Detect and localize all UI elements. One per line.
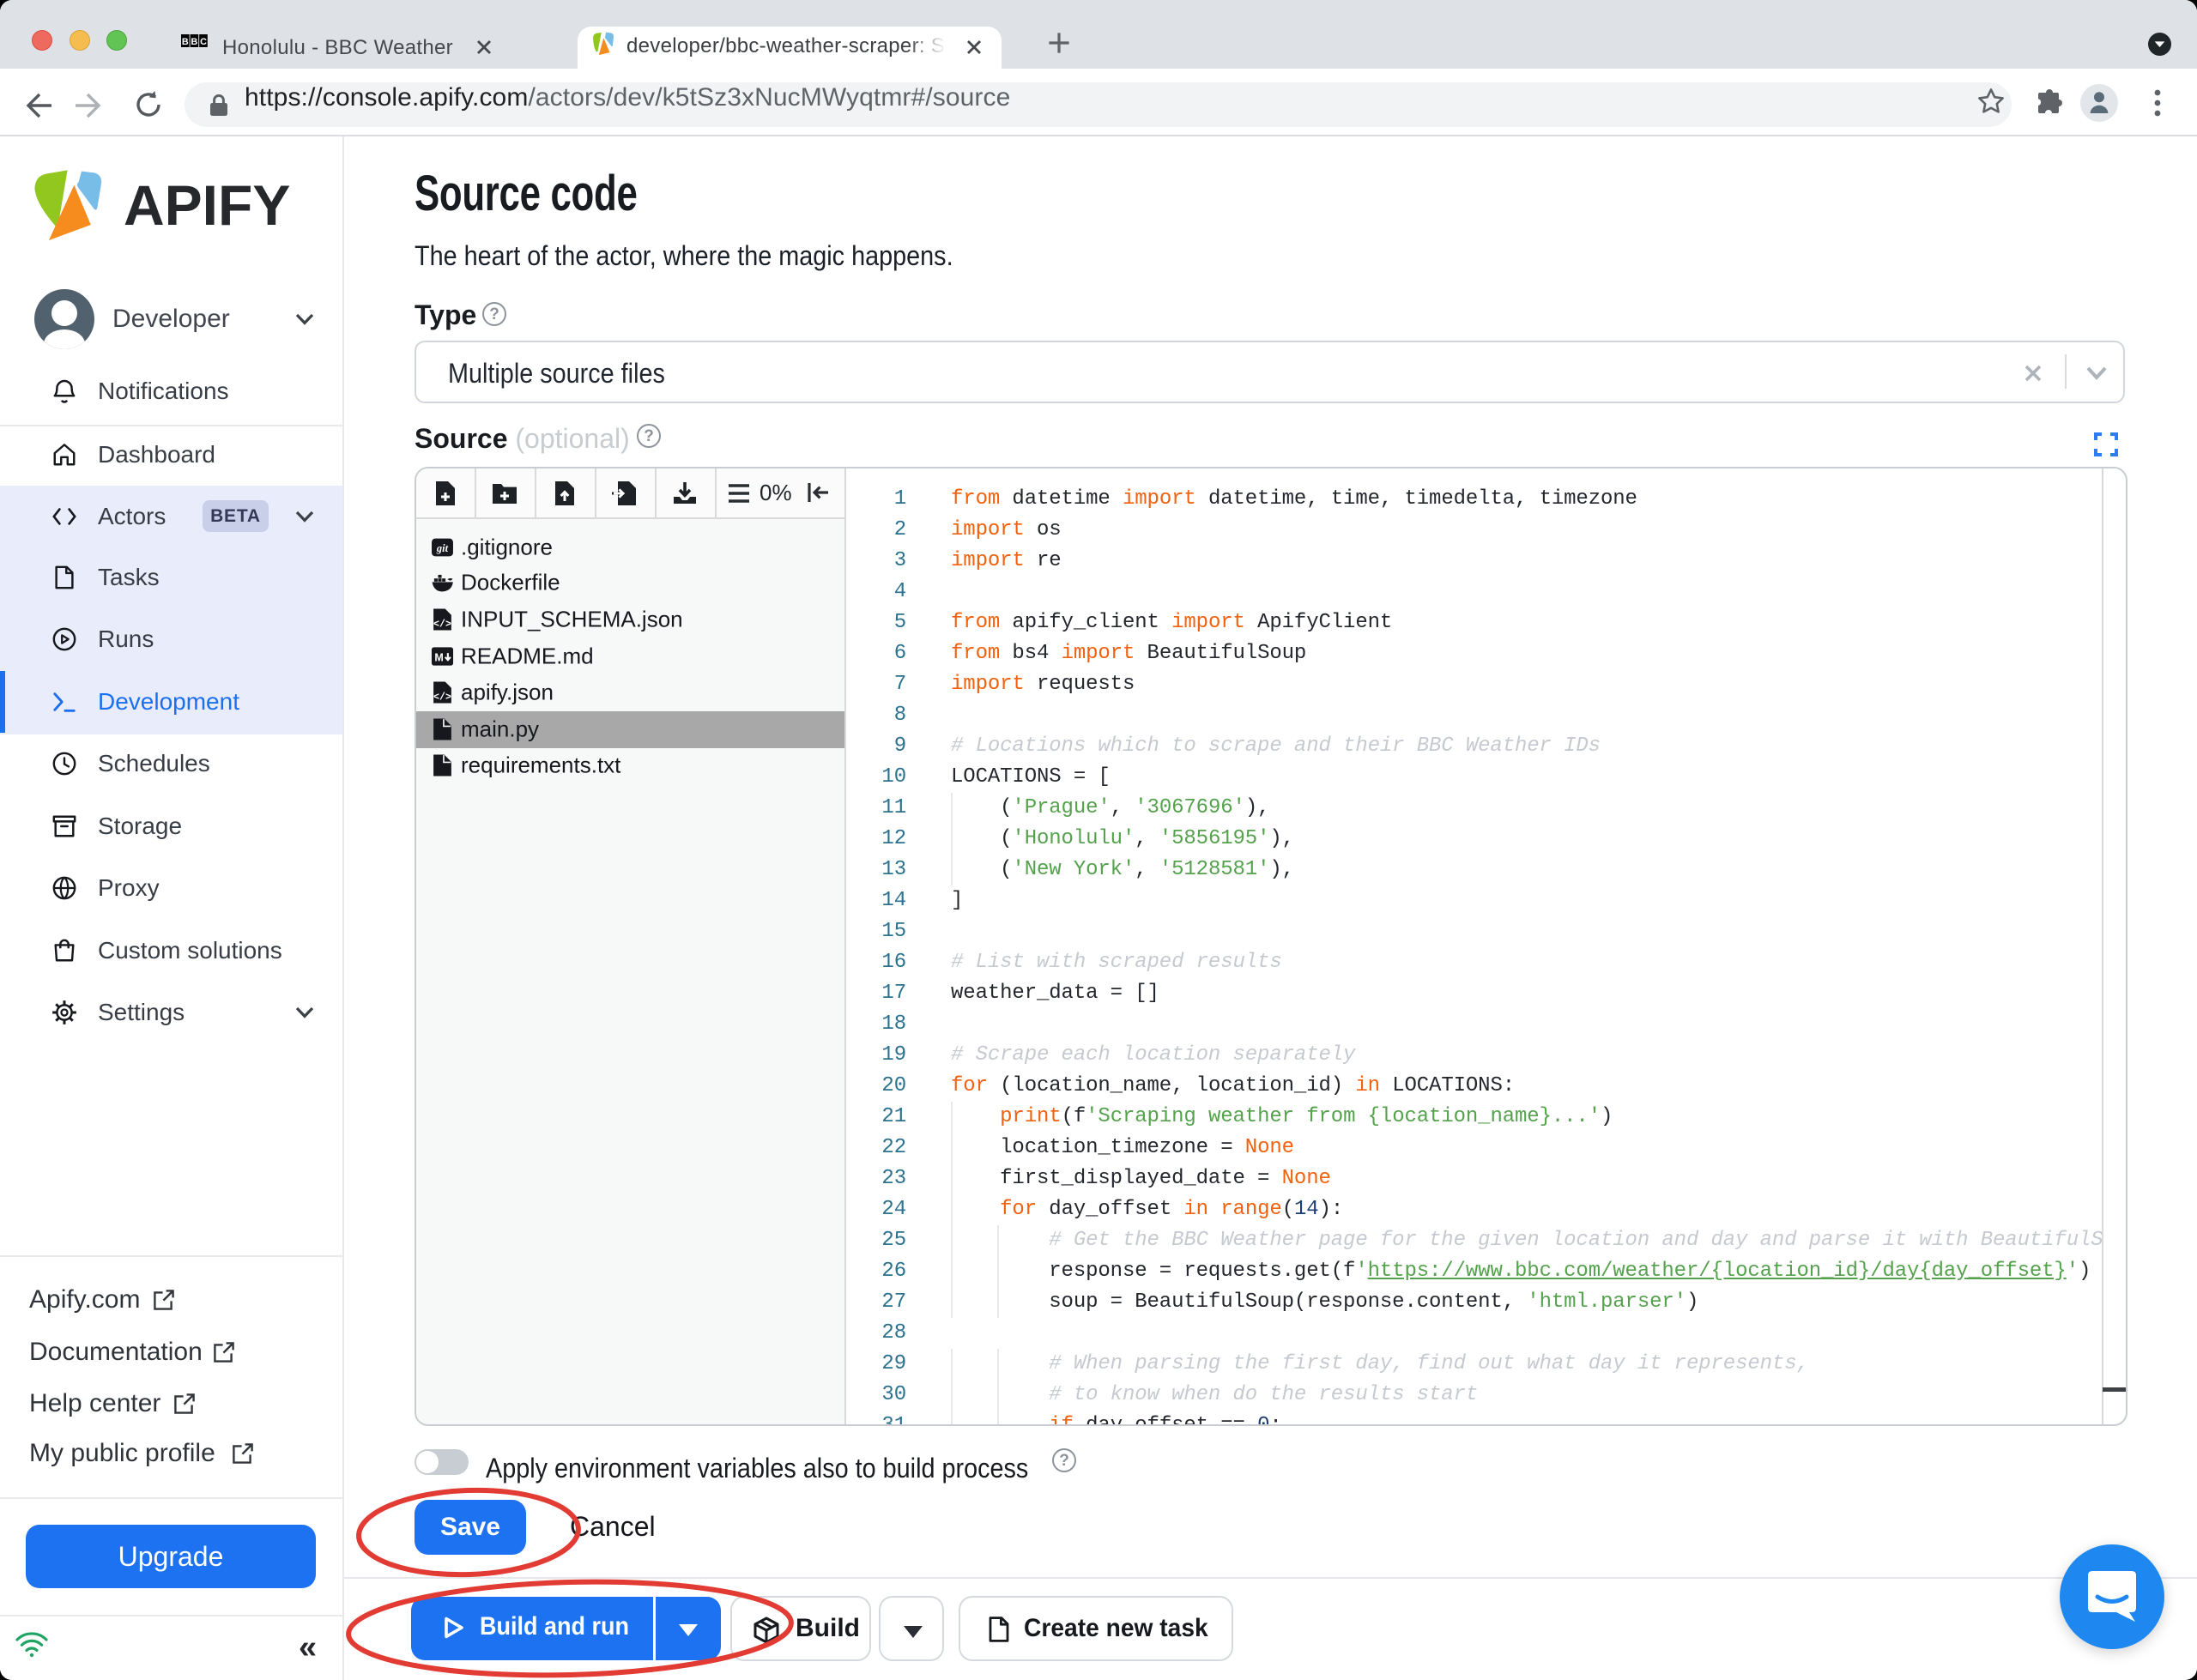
svg-text:B: B bbox=[191, 37, 197, 47]
svg-text:B: B bbox=[182, 37, 189, 47]
svg-text:M: M bbox=[434, 651, 443, 663]
svg-text:</>: </> bbox=[433, 692, 451, 703]
svg-text:git: git bbox=[436, 542, 449, 554]
svg-text:C: C bbox=[200, 37, 207, 47]
svg-text:</>: </> bbox=[433, 619, 451, 630]
